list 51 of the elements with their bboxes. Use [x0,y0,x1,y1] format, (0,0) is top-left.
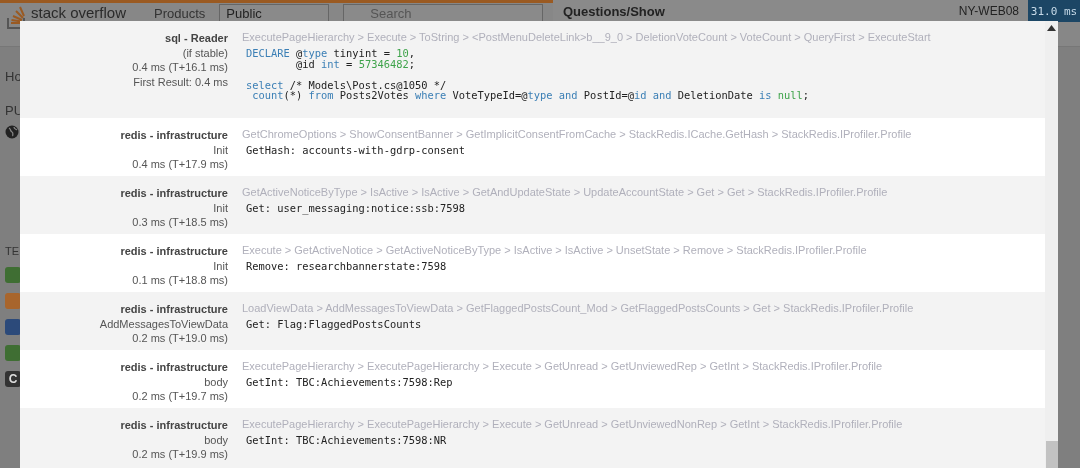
sidebar-heading: TE [5,245,20,257]
products-menu[interactable]: Products [154,6,206,21]
stack-trace: GetChromeOptions > ShowConsentBanner > GetImplicitConsentFromCache > StackRedis.ICache.GetHash > StackRedis.IProfiler.Profile [242,128,912,140]
timing-info: (if stable) [182,45,228,60]
timing-info: 0.4 ms (T+16.1 ms) [132,60,228,75]
command-text: Get: Flag:FlaggedPostsCounts [246,319,423,330]
stack-trace: ExecutePageHierarchy > ExecutePageHierarchy > Execute > GetUnread > GetUnviewedNonRep > GetInt > StackRedis.IProfiler.Profile [242,418,903,430]
scroll-up-icon[interactable] [1047,25,1056,31]
timing-info: body [204,432,228,447]
timing-info: 0.3 ms (T+18.5 ms) [132,215,228,230]
stack-trace: ExecutePageHierarchy > ExecutePageHierarchy > Execute > GetUnread > GetUnviewedRep > GetInt > StackRedis.IProfiler.Profile [242,360,883,372]
timing-info: body [204,374,228,389]
timing-info: Init [213,142,228,157]
timing-info: First Result: 0.4 ms [133,74,228,89]
stack-trace: ExecutePageHierarchy > Execute > ToString > <PostMenuDeleteLink>b__9_0 > DeletionVoteCount > VoteCount > QueryFirst > ExecuteStart [242,31,931,43]
duration-badge[interactable]: 31.0 ms [1028,0,1080,22]
timing-type: redis - infrastructure [120,418,228,433]
stack-trace: LoadViewData > AddMessagesToViewData > GetFlaggedPostsCount_Mod > GetFlaggedPostsCounts > Get > StackRedis.IProfiler.Profile [242,302,914,314]
scrollbar[interactable] [1045,21,1058,468]
command-text: DECLARE @type tinyint = 10, @id int = 57346482; select /* Models\Post.cs@1050 */ count(*) from Posts2Votes where VoteTypeId=@type and PostId=@id and DeletionDate is null; [246,48,811,101]
team-icon[interactable] [5,345,21,361]
command-text: Get: user_messaging:notice:ssb:7598 [246,203,466,214]
stack-trace: GetActiveNoticeByType > IsActive > IsActive > GetAndUpdateState > UpdateAccountState > Get > Get > StackRedis.IProfiler.Profile [242,186,888,198]
timing-type: redis - infrastructure [120,244,228,259]
command-text: GetInt: TBC:Achievements:7598:Rep [246,377,454,388]
timing-info: Init [213,200,228,215]
team-icon[interactable]: C [5,371,21,387]
profiler-title: Questions/Show [563,3,666,19]
globe-icon [5,125,19,139]
command-text: GetHash: accounts-with-gdrp-consent [246,145,466,156]
timing-info: Init [213,258,228,273]
timing-type: redis - infrastructure [120,302,228,317]
timing-type: redis - infrastructure [120,128,228,143]
timing-info: 0.2 ms (T+19.7 ms) [132,389,228,404]
timing-type: sql - Reader [165,31,228,46]
command-text: GetInt: TBC:Achievements:7598:NR [246,435,448,446]
team-icon[interactable] [5,293,21,309]
server-name: NY-WEB08 [958,4,1019,18]
team-icon[interactable] [5,267,21,283]
command-text: Remove: researchbannerstate:7598 [246,261,448,272]
timing-info: 0.2 ms (T+19.0 ms) [132,331,228,346]
logo-icon [6,4,28,30]
timing-info: 0.4 ms (T+17.9 ms) [132,157,228,172]
team-icon[interactable] [5,319,21,335]
timing-info: 0.2 ms (T+19.9 ms) [132,447,228,462]
timing-info: 0.1 ms (T+18.8 ms) [132,273,228,288]
timing-info: AddMessagesToViewData [99,316,228,331]
timing-type: redis - infrastructure [120,186,228,201]
stack-trace: Execute > GetActiveNotice > GetActiveNoticeByType > IsActive > IsActive > UnsetState > Remove > StackRedis.IProfiler.Profile [242,244,867,256]
site-logo[interactable]: stack overflow [31,5,127,20]
timing-type: redis - infrastructure [120,360,228,375]
